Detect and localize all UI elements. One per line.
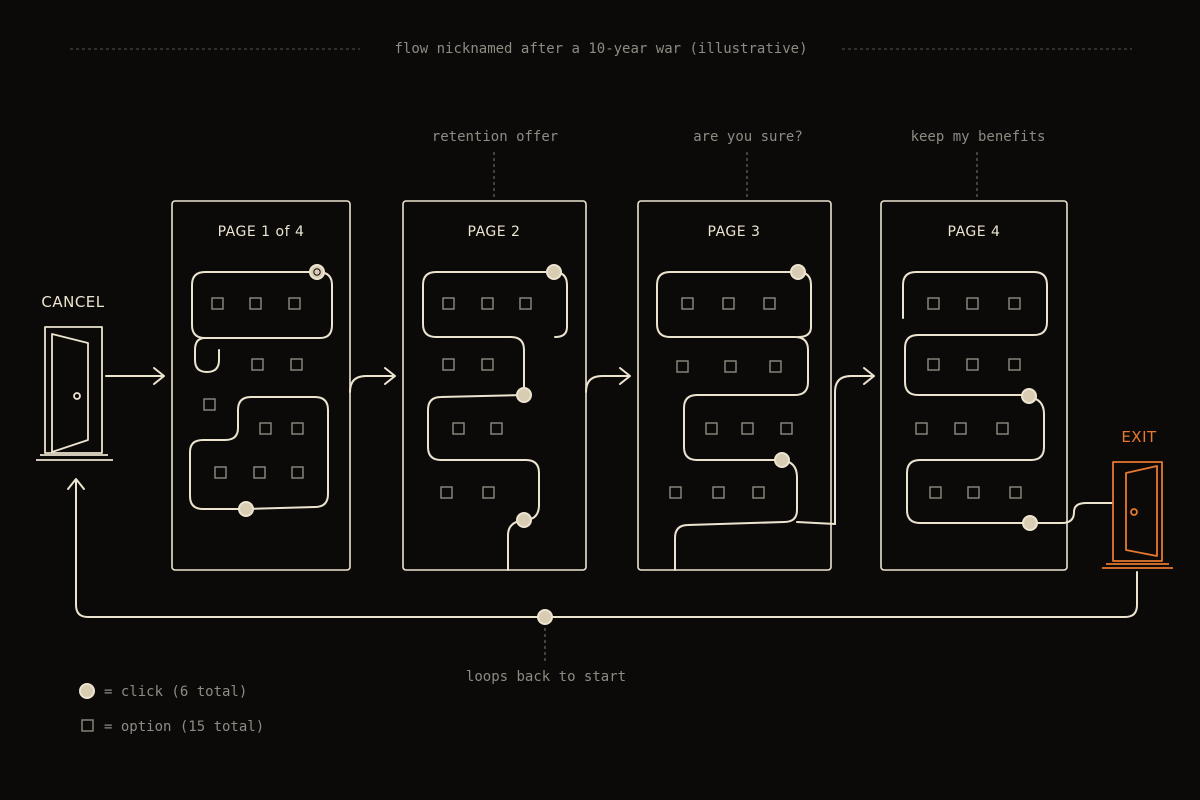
click-marker bbox=[1021, 388, 1037, 404]
option-square bbox=[253, 466, 266, 479]
option-square bbox=[519, 297, 532, 310]
click-marker bbox=[516, 512, 532, 528]
page-2-maze-path bbox=[422, 271, 555, 571]
option-square bbox=[203, 398, 216, 411]
option-square bbox=[481, 297, 494, 310]
page-1-title: PAGE 1 of 4 bbox=[218, 224, 305, 240]
option-square bbox=[752, 486, 765, 499]
page-1-maze-path bbox=[191, 271, 333, 373]
door-icon bbox=[36, 326, 113, 461]
option-square bbox=[927, 358, 940, 371]
click-marker-loop bbox=[537, 609, 553, 625]
option-square bbox=[681, 297, 694, 310]
connector-page-2-to-3 bbox=[585, 375, 630, 393]
cancel-label: CANCEL bbox=[41, 293, 104, 311]
option-square bbox=[442, 358, 455, 371]
annotation-page-2: retention offer bbox=[432, 129, 558, 145]
legend-option-label: = option (15 total) bbox=[104, 719, 264, 735]
page-2-title: PAGE 2 bbox=[468, 224, 521, 240]
click-marker bbox=[238, 501, 254, 517]
click-marker bbox=[546, 264, 562, 280]
option-square bbox=[290, 358, 303, 371]
option-square bbox=[929, 486, 942, 499]
option-square bbox=[996, 422, 1009, 435]
option-square bbox=[705, 422, 718, 435]
option-square bbox=[291, 422, 304, 435]
click-marker bbox=[516, 387, 532, 403]
page-4-frame bbox=[880, 200, 1068, 571]
option-square bbox=[291, 466, 304, 479]
click-marker bbox=[309, 264, 325, 280]
option-square bbox=[769, 360, 782, 373]
connector-page-1-to-2 bbox=[349, 375, 395, 393]
click-marker bbox=[790, 264, 806, 280]
annotation-page-4: keep my benefits bbox=[911, 129, 1046, 145]
option-square bbox=[669, 486, 682, 499]
option-square bbox=[780, 422, 793, 435]
page-2-frame bbox=[402, 200, 587, 571]
option-square bbox=[763, 297, 776, 310]
page-3-frame bbox=[637, 200, 832, 571]
diagram-stage: flow nicknamed after a 10-year war (illu… bbox=[0, 0, 1200, 800]
page-3-title: PAGE 3 bbox=[708, 224, 761, 240]
exit-label: EXIT bbox=[1121, 428, 1157, 446]
annotation-page-3: are you sure? bbox=[693, 129, 803, 145]
click-marker bbox=[1022, 515, 1038, 531]
option-square bbox=[724, 360, 737, 373]
option-square bbox=[915, 422, 928, 435]
option-square bbox=[214, 466, 227, 479]
page-3-maze-path bbox=[656, 271, 809, 571]
option-square bbox=[712, 486, 725, 499]
legend-click-icon bbox=[79, 683, 95, 699]
option-square bbox=[482, 486, 495, 499]
legend-click-label: = click (6 total) bbox=[104, 684, 247, 700]
option-square bbox=[490, 422, 503, 435]
flow-diagram: flow nicknamed after a 10-year war (illu… bbox=[36, 41, 1173, 735]
page-2-maze-path-top bbox=[553, 271, 568, 338]
option-square bbox=[1008, 358, 1021, 371]
option-square bbox=[452, 422, 465, 435]
option-square bbox=[927, 297, 940, 310]
option-square bbox=[676, 360, 689, 373]
page-3-maze-path-top bbox=[797, 271, 812, 338]
loop-label: loops back to start bbox=[466, 669, 626, 685]
diagram-title: flow nicknamed after a 10-year war (illu… bbox=[394, 41, 807, 57]
option-square bbox=[288, 297, 301, 310]
option-square bbox=[967, 486, 980, 499]
connector-page-4-to-exit bbox=[1029, 502, 1113, 524]
page-1-maze-path-lower bbox=[189, 396, 329, 510]
option-square bbox=[1008, 297, 1021, 310]
option-square bbox=[442, 297, 455, 310]
click-marker bbox=[774, 452, 790, 468]
option-square bbox=[440, 486, 453, 499]
option-square bbox=[966, 297, 979, 310]
option-square bbox=[722, 297, 735, 310]
door-open-icon bbox=[1102, 461, 1173, 569]
page-1-frame bbox=[171, 200, 351, 571]
connector-page-3-to-4 bbox=[834, 375, 874, 525]
option-square bbox=[966, 358, 979, 371]
option-square bbox=[954, 422, 967, 435]
option-square bbox=[1009, 486, 1022, 499]
option-square bbox=[249, 297, 262, 310]
option-square bbox=[211, 297, 224, 310]
connector-page-3-exit-tail bbox=[796, 521, 836, 525]
legend-option-icon bbox=[81, 719, 94, 732]
page-4-title: PAGE 4 bbox=[948, 224, 1001, 240]
option-square bbox=[259, 422, 272, 435]
option-square bbox=[251, 358, 264, 371]
option-square bbox=[741, 422, 754, 435]
loop-back-path bbox=[75, 479, 1138, 618]
option-square bbox=[481, 358, 494, 371]
